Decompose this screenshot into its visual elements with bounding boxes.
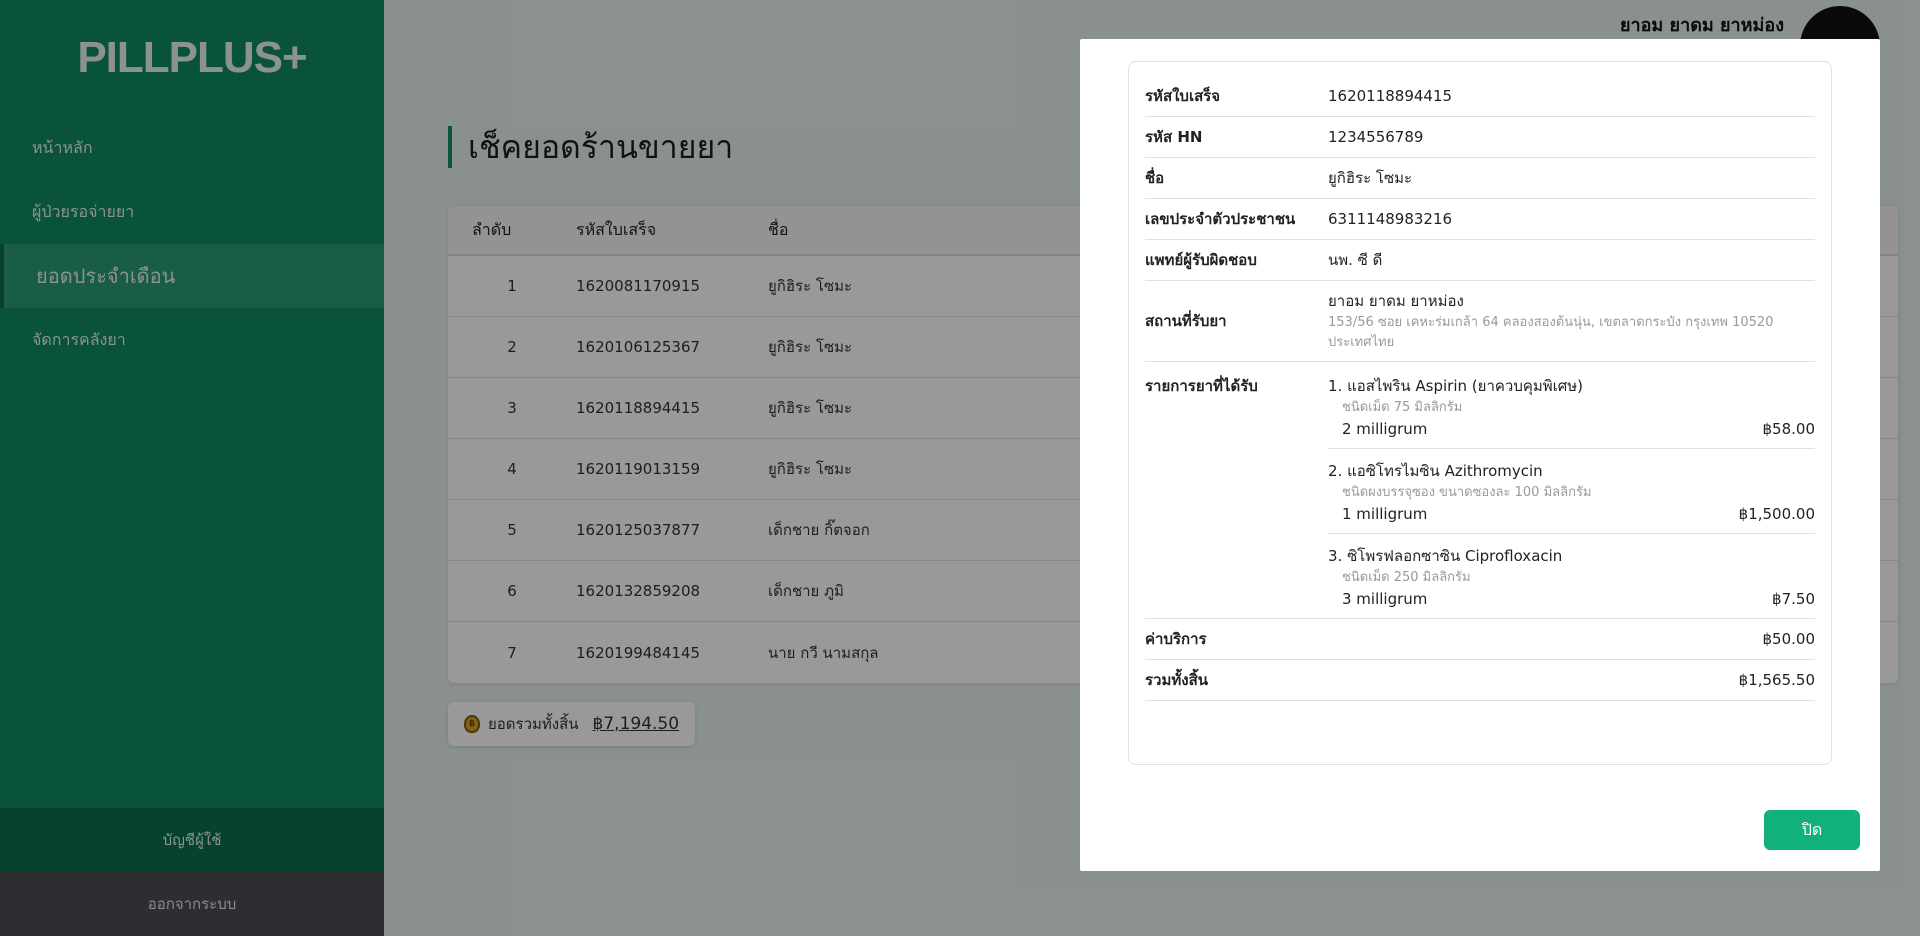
medication-qty-row: 1 milligrum ฿1,500.00 bbox=[1328, 505, 1815, 523]
field-pickup-location: สถานที่รับยา ยาอม ยาดม ยาหม่อง 153/56 ซอ… bbox=[1145, 281, 1815, 362]
field-label: รายการยาที่ได้รับ bbox=[1145, 377, 1258, 395]
medication-name: 3. ซิโพรฟลอกซาซิน Ciprofloxacin bbox=[1328, 547, 1563, 565]
field-label: ค่าบริการ bbox=[1145, 630, 1207, 648]
field-grand-total: รวมทั้งสิ้น ฿1,565.50 bbox=[1145, 660, 1815, 701]
field-doctor: แพทย์ผู้รับผิดชอบ นพ. ซี ดี bbox=[1145, 240, 1815, 281]
close-button[interactable]: ปิด bbox=[1764, 810, 1860, 850]
medication-detail: ชนิดเม็ด 75 มิลลิกรัม bbox=[1342, 400, 1463, 415]
medication-qty: 2 milligrum bbox=[1342, 420, 1428, 438]
field-label: รวมทั้งสิ้น bbox=[1145, 671, 1208, 689]
field-value: ยูกิฮิระ โซมะ bbox=[1328, 169, 1413, 187]
medication-qty-row: 3 milligrum ฿7.50 bbox=[1328, 590, 1815, 608]
medication-list: 1. แอสไพริน Aspirin (ยาควบคุมพิเศษ) ชนิด… bbox=[1328, 374, 1815, 618]
field-label: แพทย์ผู้รับผิดชอบ bbox=[1145, 251, 1257, 269]
field-label: ชื่อ bbox=[1145, 169, 1165, 187]
field-name: ชื่อ ยูกิฮิระ โซมะ bbox=[1145, 158, 1815, 199]
medication-price: ฿7.50 bbox=[1772, 590, 1815, 608]
field-service-fee: ค่าบริการ ฿50.00 bbox=[1145, 619, 1815, 660]
field-value: 6311148983216 bbox=[1328, 210, 1453, 228]
field-label: รหัส HN bbox=[1145, 128, 1203, 146]
medication-price: ฿1,500.00 bbox=[1738, 505, 1815, 523]
field-label: รหัสใบเสร็จ bbox=[1145, 87, 1221, 105]
medication-name: 2. แอซิโทรไมซิน Azithromycin bbox=[1328, 462, 1543, 480]
medication-qty-row: 2 milligrum ฿58.00 bbox=[1328, 420, 1815, 438]
medication-qty: 3 milligrum bbox=[1342, 590, 1428, 608]
pickup-store-name: ยาอม ยาดม ยาหม่อง bbox=[1328, 292, 1464, 310]
medication-name: 1. แอสไพริน Aspirin (ยาควบคุมพิเศษ) bbox=[1328, 377, 1584, 395]
field-receipt: รหัสใบเสร็จ 1620118894415 bbox=[1145, 76, 1815, 117]
field-label: สถานที่รับยา bbox=[1145, 312, 1227, 330]
field-label: เลขประจำตัวประชาชน bbox=[1145, 210, 1296, 228]
field-citizen-id: เลขประจำตัวประชาชน 6311148983216 bbox=[1145, 199, 1815, 240]
pickup-address: 153/56 ซอย เคหะร่มเกล้า 64 คลองสองต้นนุ่… bbox=[1328, 315, 1774, 350]
receipt-detail-modal: รหัสใบเสร็จ 1620118894415 รหัส HN 123455… bbox=[1080, 39, 1880, 871]
field-value: นพ. ซี ดี bbox=[1328, 251, 1383, 269]
medication-detail: ชนิดเม็ด 250 มิลลิกรัม bbox=[1342, 570, 1471, 585]
receipt-detail-card: รหัสใบเสร็จ 1620118894415 รหัส HN 123455… bbox=[1128, 61, 1832, 765]
medication-item: 2. แอซิโทรไมซิน Azithromycin ชนิดผงบรรจุ… bbox=[1328, 448, 1815, 533]
medication-qty: 1 milligrum bbox=[1342, 505, 1428, 523]
medication-detail: ชนิดผงบรรจุซอง ขนาดซองละ 100 มิลลิกรัม bbox=[1342, 485, 1592, 500]
field-value: 1620118894415 bbox=[1328, 87, 1453, 105]
field-hn: รหัส HN 1234556789 bbox=[1145, 117, 1815, 158]
medication-item: 1. แอสไพริน Aspirin (ยาควบคุมพิเศษ) ชนิด… bbox=[1328, 374, 1815, 448]
medication-price: ฿58.00 bbox=[1762, 420, 1816, 438]
field-value: ฿1,565.50 bbox=[1738, 671, 1815, 689]
field-value: 1234556789 bbox=[1328, 128, 1424, 146]
field-value-group: ยาอม ยาดม ยาหม่อง 153/56 ซอย เคหะร่มเกล้… bbox=[1328, 289, 1815, 353]
medication-item: 3. ซิโพรฟลอกซาซิน Ciprofloxacin ชนิดเม็ด… bbox=[1328, 533, 1815, 618]
field-value: ฿50.00 bbox=[1762, 630, 1816, 648]
field-medications: รายการยาที่ได้รับ 1. แอสไพริน Aspirin (ย… bbox=[1145, 362, 1815, 619]
